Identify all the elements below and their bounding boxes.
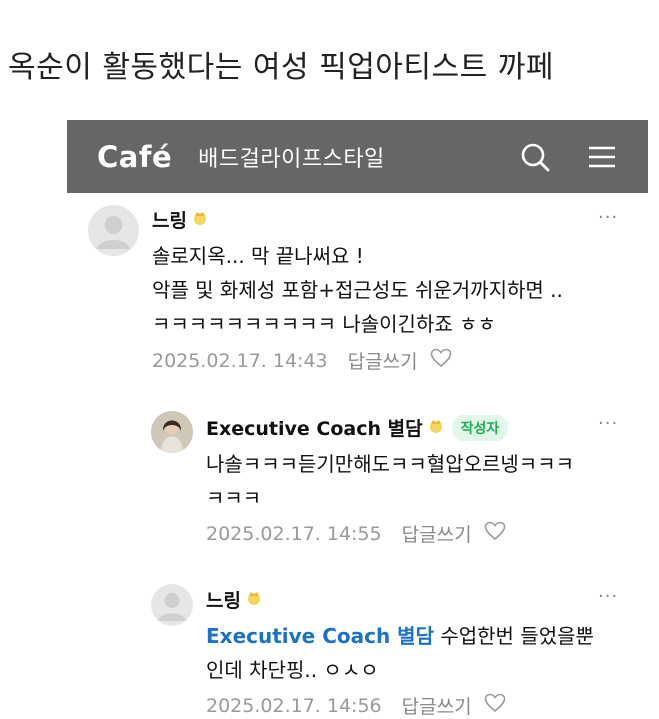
- level-badge-icon: [192, 210, 208, 230]
- comment-line: ㅋㅋㅋ: [206, 486, 262, 510]
- heart-icon[interactable]: [484, 521, 506, 546]
- cafe-name[interactable]: 배드걸라이프스타일: [198, 141, 385, 173]
- avatar[interactable]: [151, 411, 193, 453]
- headline: 옥순이 활동했다는 여성 픽업아티스트 까페: [8, 50, 554, 85]
- more-options-icon[interactable]: ···: [598, 413, 618, 434]
- reply-button[interactable]: 답글쓰기: [402, 520, 472, 547]
- comment-line: 악플 및 화제성 포함+접근성도 쉬운거까지하면 ..: [152, 278, 563, 302]
- comment-line: 솔로지옥... 막 끝나써요 !: [152, 244, 364, 268]
- comment-line: 나솔ㅋㅋㅋ듣기만해도ㅋㅋ혈압오르넹ㅋㅋㅋ: [206, 452, 574, 476]
- comment-text: 수업한번 들었을뿐: [433, 624, 594, 648]
- comment-body: 솔로지옥... 막 끝나써요 ! 악플 및 화제성 포함+접근성도 쉬운거까지하…: [152, 239, 563, 341]
- menu-icon[interactable]: [588, 145, 616, 169]
- cafe-logo[interactable]: Café: [97, 140, 172, 174]
- comment-body: 나솔ㅋㅋㅋ듣기만해도ㅋㅋ혈압오르넹ㅋㅋㅋ ㅋㅋㅋ: [206, 447, 574, 515]
- comment-author[interactable]: 느링: [152, 206, 187, 233]
- comment-body: Executive Coach 별담 수업한번 들었을뿐 인데 차단핑.. ㅇㅅ…: [206, 619, 594, 687]
- cafe-app-bar: Café 배드걸라이프스타일: [67, 120, 648, 193]
- search-icon[interactable]: [520, 142, 550, 172]
- comment-date: 2025.02.17. 14:43: [152, 349, 328, 372]
- comment-date: 2025.02.17. 14:55: [206, 522, 382, 545]
- comment-author[interactable]: 느링: [206, 586, 241, 613]
- comment-line: ㅋㅋㅋㅋㅋㅋㅋㅋㅋㅋ 나솔이긴하죠 ㅎㅎ: [152, 312, 496, 336]
- comment-author[interactable]: Executive Coach 별담: [206, 414, 423, 441]
- author-tag: 작성자: [451, 414, 509, 441]
- more-options-icon[interactable]: ···: [598, 586, 618, 607]
- reply-button[interactable]: 답글쓰기: [402, 692, 472, 719]
- reply-button[interactable]: 답글쓰기: [348, 347, 418, 374]
- level-badge-icon: [428, 418, 444, 438]
- comment-date: 2025.02.17. 14:56: [206, 694, 382, 717]
- mention-link[interactable]: Executive Coach 별담: [206, 624, 434, 648]
- heart-icon[interactable]: [430, 348, 452, 373]
- comment-line: 인데 차단핑.. ㅇㅅㅇ: [206, 658, 379, 682]
- avatar[interactable]: [151, 584, 193, 626]
- heart-icon[interactable]: [484, 693, 506, 718]
- level-badge-icon: [246, 590, 262, 610]
- comment-line: Executive Coach 별담 수업한번 들었을뿐: [206, 619, 594, 653]
- avatar[interactable]: [88, 205, 139, 256]
- more-options-icon[interactable]: ···: [598, 207, 618, 228]
